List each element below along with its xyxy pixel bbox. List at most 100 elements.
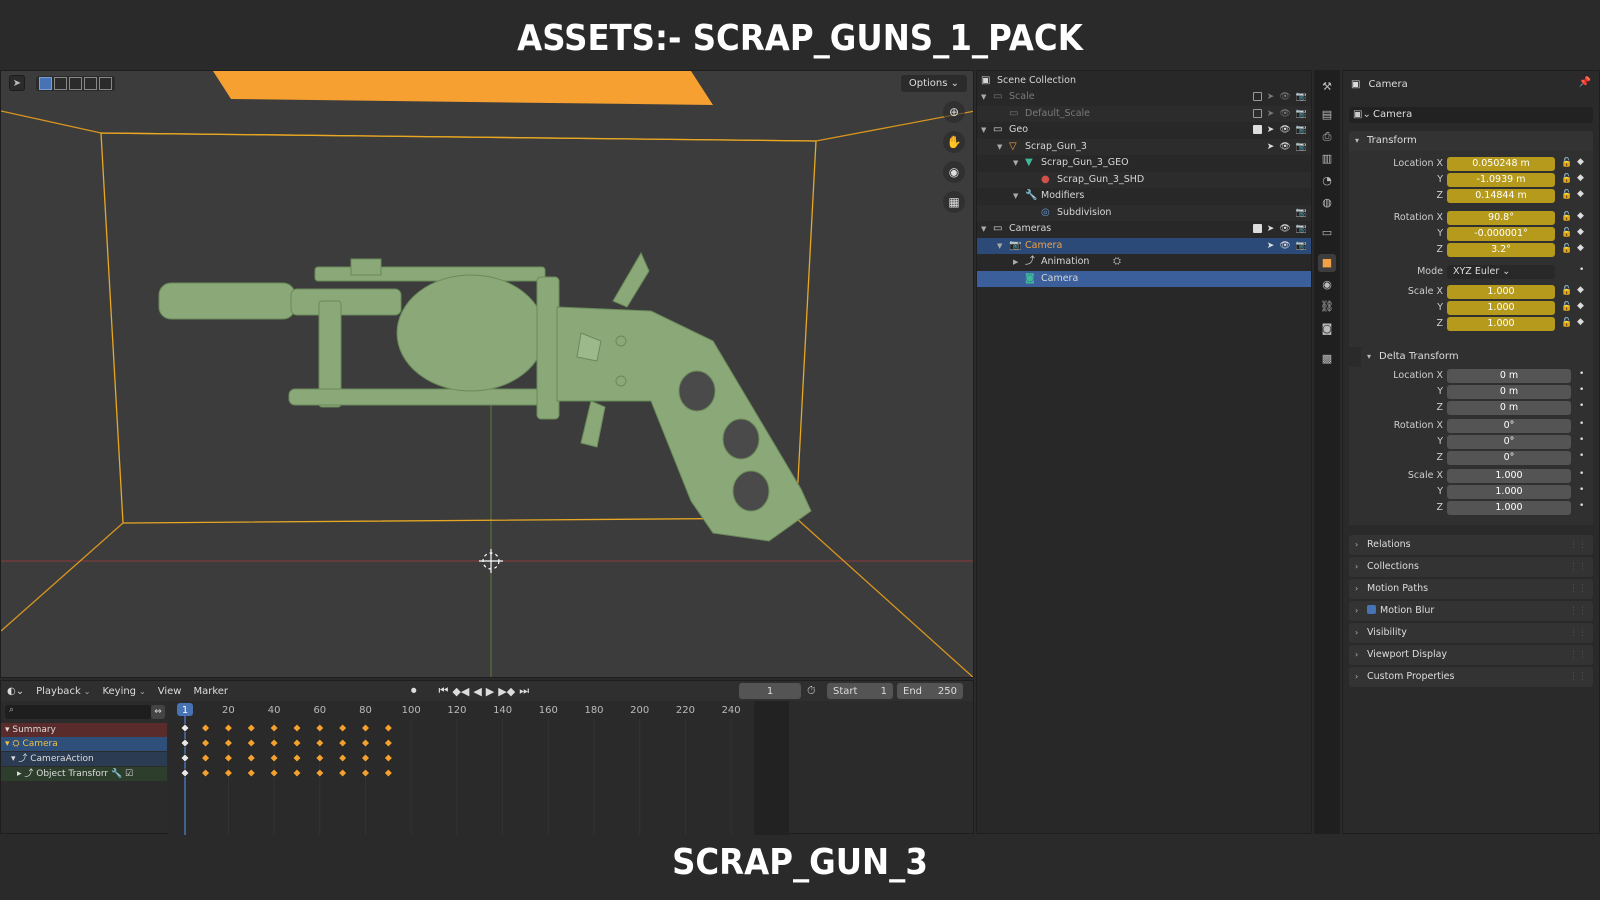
render-camera-icon[interactable]: 📷 — [1296, 238, 1307, 254]
eye-icon[interactable]: 👁 — [1279, 122, 1290, 138]
select-tool-icon[interactable]: ➤ — [9, 75, 25, 91]
tool-tab-icon[interactable]: ⚒ — [1318, 78, 1336, 96]
disclosure-triangle-icon[interactable]: ▼ — [981, 122, 986, 138]
scale-y-field[interactable]: 1.000 — [1447, 301, 1555, 315]
disclosure-triangle-icon[interactable]: ▶ — [1013, 254, 1018, 270]
dopesheet-keyframes[interactable]: 1204060801001201401601802002202401 — [169, 701, 789, 835]
channel-camera-action[interactable]: ▾ ⤴ CameraAction — [1, 752, 167, 766]
eye-icon[interactable]: 👁 — [1279, 139, 1290, 155]
scene-tab-icon[interactable]: ◔ — [1318, 172, 1336, 190]
play-reverse-icon[interactable]: ◀ — [473, 685, 481, 698]
object-tab-icon[interactable]: ■ — [1318, 254, 1336, 272]
start-frame-field[interactable]: Start 1 — [827, 683, 893, 699]
select-invert-icon[interactable] — [84, 76, 97, 90]
disclosure-triangle-icon[interactable]: ▼ — [981, 89, 986, 105]
pan-hand-icon[interactable]: ✋ — [943, 131, 965, 153]
delta-location-x-field[interactable]: 0 m — [1447, 369, 1571, 383]
keying-menu[interactable]: Keying ⌄ — [96, 686, 151, 697]
exclude-checkbox[interactable] — [1252, 224, 1262, 233]
render-camera-icon[interactable]: 📷 — [1296, 139, 1307, 155]
scale-x-field[interactable]: 1.000 — [1447, 285, 1555, 299]
eye-icon[interactable]: 👁 — [1279, 238, 1290, 254]
channel-camera[interactable]: ▾ ⛭ Camera — [1, 737, 167, 751]
end-frame-field[interactable]: End 250 — [897, 683, 963, 699]
outliner-item[interactable]: ▼ ▭ Scale ➤ 👁 📷 — [977, 89, 1311, 105]
delta-rotation-z-field[interactable]: 0° — [1447, 451, 1571, 465]
disclosure-triangle-icon[interactable]: ▼ — [1013, 155, 1018, 171]
selectable-arrow-icon[interactable]: ➤ — [1267, 238, 1275, 254]
render-camera-icon[interactable]: 📷 — [1296, 122, 1307, 138]
disclosure-triangle-icon[interactable]: ▼ — [997, 238, 1002, 254]
jump-start-icon[interactable]: ⏮ — [439, 684, 449, 698]
outliner-item[interactable]: ▼ 📷 Camera ➤ 👁 📷 — [977, 237, 1311, 254]
render-camera-icon[interactable]: 📷 — [1296, 205, 1307, 221]
outliner-item[interactable]: ◎ Subdivision 📷 — [977, 204, 1311, 221]
pin-icon[interactable]: 📌 — [1579, 77, 1591, 88]
motion-paths-panel-header[interactable]: › Motion Paths ⋮⋮ — [1349, 579, 1593, 599]
disclosure-triangle-icon[interactable]: ▼ — [997, 139, 1002, 155]
prev-keyframe-icon[interactable]: ◆◀ — [452, 685, 469, 698]
select-new-icon[interactable] — [39, 76, 52, 90]
outliner-item[interactable]: ▶ ⤴ Animation ⛭ — [977, 254, 1311, 270]
outliner-item[interactable]: ▼ ▼ Scrap_Gun_3_GEO — [977, 155, 1311, 171]
properties-editor[interactable]: ▣ Camera 📌 ▣⌄ Camera ▾ Transform Location X… — [1342, 70, 1600, 834]
perspective-grid-icon[interactable]: ▦ — [943, 191, 965, 213]
disclosure-triangle-icon[interactable]: ▼ — [981, 221, 986, 237]
exclude-checkbox[interactable] — [1252, 108, 1262, 118]
view-menu[interactable]: View — [152, 686, 188, 697]
object-data-tab-icon[interactable]: ◙ — [1318, 320, 1336, 338]
physics-tab-icon[interactable]: ◉ — [1318, 276, 1336, 294]
select-intersect-icon[interactable] — [99, 76, 112, 90]
playback-menu[interactable]: Playback ⌄ — [30, 686, 96, 697]
jump-end-icon[interactable]: ⏭ — [519, 684, 529, 698]
delta-location-y-field[interactable]: 0 m — [1447, 385, 1571, 399]
stopwatch-icon[interactable]: ⏱ — [807, 684, 816, 698]
channel-search-input[interactable]: ⌕ — [5, 705, 151, 719]
delta-rotation-x-field[interactable]: 0° — [1447, 419, 1571, 433]
collections-panel-header[interactable]: › Collections ⋮⋮ — [1349, 557, 1593, 577]
delta-scale-x-field[interactable]: 1.000 — [1447, 469, 1571, 483]
viewport-display-panel-header[interactable]: › Viewport Display ⋮⋮ — [1349, 645, 1593, 665]
eye-icon[interactable]: 👁 — [1279, 89, 1290, 105]
texture-tab-icon[interactable]: ▩ — [1318, 350, 1336, 368]
play-icon[interactable]: ▶ — [486, 685, 494, 698]
constraints-tab-icon[interactable]: ⛓ — [1318, 298, 1336, 316]
scale-z-field[interactable]: 1.000 — [1447, 317, 1555, 331]
exclude-checkbox[interactable] — [1252, 125, 1262, 134]
outliner-item[interactable]: ◙ Camera — [977, 270, 1311, 287]
rotation-x-field[interactable]: 90.8° — [1447, 211, 1555, 225]
render-camera-icon[interactable]: 📷 — [1296, 106, 1307, 122]
timeline-editor[interactable]: ◐⌄ Playback ⌄ Keying ⌄ View Marker ⏺ ⏮ ◆◀ … — [0, 680, 974, 835]
channel-summary[interactable]: ▾ Summary — [1, 723, 167, 737]
zoom-icon[interactable]: ⊕ — [943, 101, 965, 123]
visibility-panel-header[interactable]: › Visibility ⋮⋮ — [1349, 623, 1593, 643]
collection-tab-icon[interactable]: ▭ — [1318, 224, 1336, 242]
select-subtract-icon[interactable] — [69, 76, 82, 90]
location-x-field[interactable]: 0.050248 m — [1447, 157, 1555, 171]
outliner-item[interactable]: ▭ Default_Scale ➤ 👁 📷 — [977, 105, 1311, 122]
options-dropdown[interactable]: Options ⌄ — [900, 75, 967, 92]
next-keyframe-icon[interactable]: ▶◆ — [498, 685, 515, 698]
selectable-arrow-icon[interactable]: ➤ — [1267, 221, 1275, 237]
selectable-arrow-icon[interactable]: ➤ — [1267, 106, 1275, 122]
selectable-arrow-icon[interactable]: ➤ — [1267, 122, 1275, 138]
marker-menu[interactable]: Marker — [187, 686, 234, 697]
3d-viewport[interactable]: ➤ Options ⌄ ⊕ ✋ ◉ ▦ — [0, 70, 974, 678]
swap-icon[interactable]: ⇔ — [151, 705, 165, 719]
custom-properties-panel-header[interactable]: › Custom Properties ⋮⋮ — [1349, 667, 1593, 687]
delta-rotation-y-field[interactable]: 0° — [1447, 435, 1571, 449]
editor-type-icon[interactable]: ◐⌄ — [1, 686, 30, 697]
current-frame-field[interactable]: 1 — [739, 683, 801, 699]
outliner-item[interactable]: ● Scrap_Gun_3_SHD — [977, 171, 1311, 188]
render-camera-icon[interactable]: 📷 — [1296, 221, 1307, 237]
render-camera-icon[interactable]: 📷 — [1296, 89, 1307, 105]
eye-icon[interactable]: 👁 — [1279, 221, 1290, 237]
motion-blur-checkbox[interactable] — [1367, 605, 1376, 614]
location-y-field[interactable]: -1.0939 m — [1447, 173, 1555, 187]
delta-scale-y-field[interactable]: 1.000 — [1447, 485, 1571, 499]
outliner-item[interactable]: ▼ ▭ Cameras ➤ 👁 📷 — [977, 221, 1311, 237]
transform-panel-header[interactable]: ▾ Transform — [1349, 131, 1593, 151]
outliner-item[interactable]: ▼ 🔧 Modifiers — [977, 188, 1311, 204]
world-tab-icon[interactable]: ◍ — [1318, 194, 1336, 212]
outliner-root[interactable]: ▣ Scene Collection — [977, 73, 1311, 89]
